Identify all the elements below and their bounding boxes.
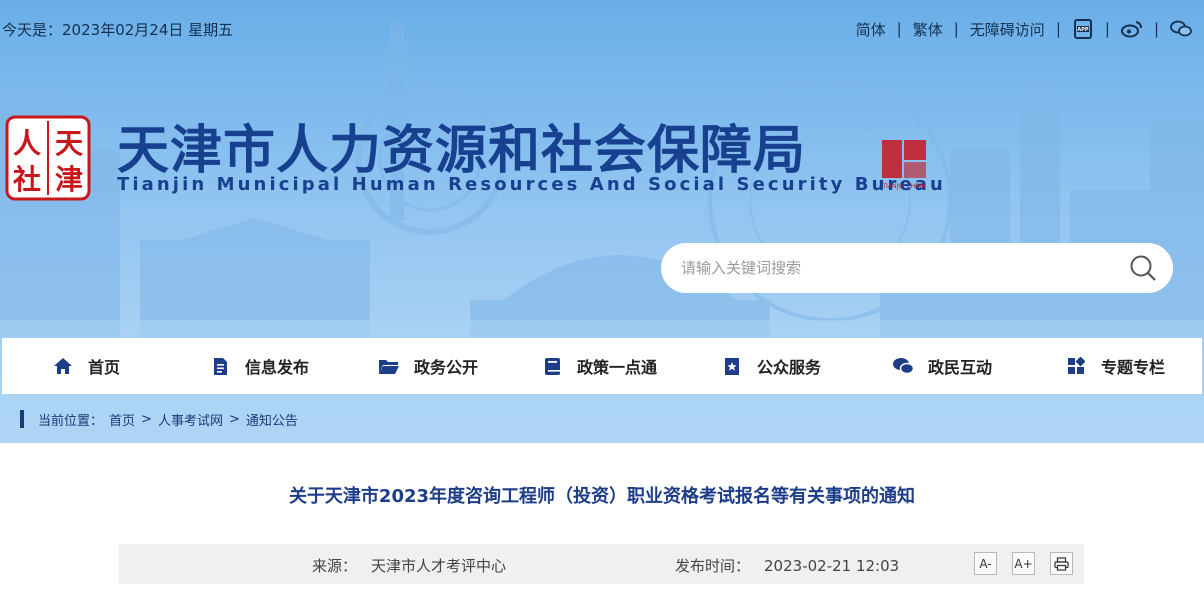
seal-char-4: 津 [55,163,83,196]
article-meta: 来源： 天津市人才考评中心 发布时间： 2023-02-21 12:03 A- A+ [119,544,1084,584]
traditional-chinese-link[interactable]: 繁体 [913,19,943,40]
nav-label: 公众服务 [757,358,822,377]
divider: | [953,20,959,38]
time-value: 2023-02-21 12:03 [764,557,900,575]
divider: | [1153,20,1159,38]
simplified-chinese-link[interactable]: 简体 [856,19,886,40]
breadcrumb-label: 当前位置： [38,413,104,429]
current-date: 今天是：2023年02月24日 星期五 [2,19,233,40]
grid-icon [1065,355,1087,377]
nav-label: 信息发布 [245,358,310,377]
breadcrumb-exam-site[interactable]: 人事考试网 [158,410,223,429]
nav-item-policy[interactable]: 政策一点通 [541,338,657,394]
search-button[interactable] [1113,243,1173,293]
source-value: 天津市人才考评中心 [371,557,507,575]
tianjin-emblem-logo: TIANJIN CHINA [881,140,926,190]
emblem-text: TIANJIN CHINA [881,183,926,190]
print-button[interactable] [1050,552,1073,575]
search-icon [1130,255,1156,281]
wechat-icon[interactable] [1170,18,1192,40]
nav-item-info-release[interactable]: 信息发布 [209,338,309,394]
app-icon[interactable]: APP [1072,18,1094,40]
home-icon [52,355,74,377]
bookmark-star-icon [721,355,743,377]
folder-icon [378,355,400,377]
nav-label: 首页 [88,358,121,377]
time-label: 发布时间： [675,557,751,575]
date-label: 今天是： [2,21,63,39]
accessibility-link[interactable]: 无障碍访问 [970,19,1045,40]
breadcrumb-separator: > [141,411,152,427]
article-title: 关于天津市2023年度咨询工程师（投资）职业资格考试报名等有关事项的通知 [288,486,916,507]
font-larger-button[interactable]: A+ [1012,552,1035,575]
source-label: 来源： [312,557,358,575]
date-value: 2023年02月24日 星期五 [62,21,234,39]
font-smaller-label: A- [979,556,992,571]
breadcrumb-separator: > [228,411,240,427]
divider: | [896,20,902,38]
nav-label: 政策一点通 [577,358,658,377]
divider: | [1104,20,1110,38]
search-input[interactable] [661,243,1113,293]
divider: | [1055,20,1061,38]
search-box [661,243,1173,293]
article-source: 来源： 天津市人才考评中心 [312,555,506,576]
seal-char-3: 社 [13,163,41,196]
breadcrumb-home[interactable]: 首页 [109,410,135,429]
breadcrumb-marker [20,410,24,428]
article-time: 发布时间： 2023-02-21 12:03 [675,555,899,576]
font-larger-label: A+ [1014,556,1033,571]
seal-logo: 人 天 社 津 [5,115,91,201]
weibo-icon[interactable] [1120,18,1143,40]
site-title-english: Tianjin Municipal Human Resources And So… [117,174,946,195]
font-smaller-button[interactable]: A- [974,552,997,575]
nav-item-special-topics[interactable]: 专题专栏 [1065,338,1165,394]
nav-label: 政民互动 [928,358,993,377]
nav-item-home[interactable]: 首页 [52,338,120,394]
seal-char-1: 人 [13,127,41,160]
chat-icon [892,355,914,377]
seal-char-2: 天 [55,127,83,160]
nav-item-public-services[interactable]: 公众服务 [721,338,821,394]
main-nav: 首页 信息发布 政务公开 政策一点通 公众服务 政民互动 专题专栏 [2,338,1202,394]
nav-item-interaction[interactable]: 政民互动 [892,338,992,394]
breadcrumb: 当前位置： 首页 > 人事考试网 > 通知公告 [20,410,298,429]
top-links: 简体 | 繁体 | 无障碍访问 | APP | | [856,18,1192,40]
nav-label: 专题专栏 [1101,358,1166,377]
nav-label: 政务公开 [414,358,479,377]
document-icon [209,355,231,377]
book-icon [541,355,563,377]
nav-item-government-affairs[interactable]: 政务公开 [378,338,478,394]
breadcrumb-notices[interactable]: 通知公告 [246,410,298,429]
svg-text:APP: APP [1077,27,1089,33]
site-title: 天津市人力资源和社会保障局 [117,121,807,181]
printer-icon [1054,556,1069,571]
